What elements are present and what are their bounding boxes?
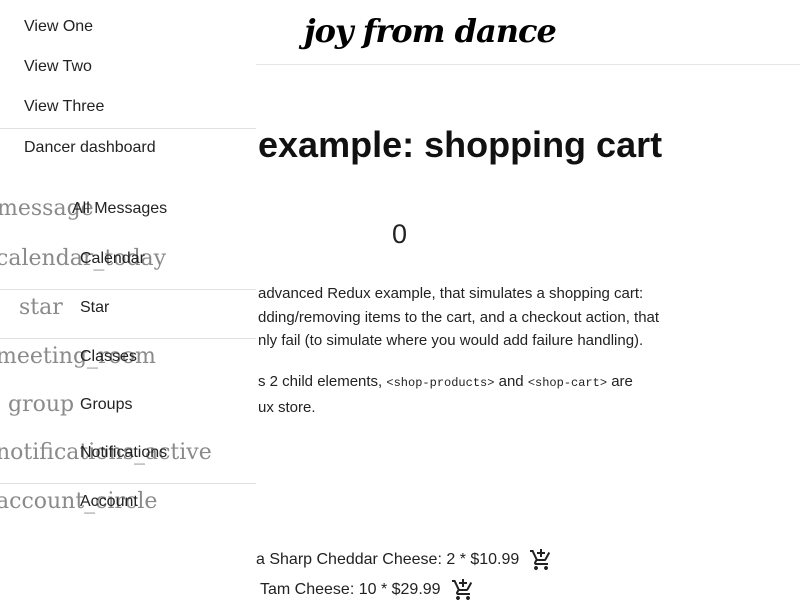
menu-item-classes[interactable]: meeting_room Classes xyxy=(0,337,256,377)
product-text: Tam Cheese: 10 * $29.99 xyxy=(260,581,441,598)
menu-item-label: All Messages xyxy=(72,200,168,217)
page: joy from dance example: shopping cart 0 … xyxy=(0,0,800,600)
product-item: Tam Cheese: 10 * $29.99 xyxy=(260,578,475,600)
intro-line-1: advanced Redux example, that simulates a… xyxy=(258,285,644,302)
menu-item-calendar[interactable]: calendar_today Calendar xyxy=(0,239,256,279)
menu-item-label: Groups xyxy=(80,396,133,413)
nav-link-dancer-dashboard[interactable]: Dancer dashboard xyxy=(24,139,156,157)
elements-text-mid: and xyxy=(494,373,528,390)
add-to-cart-button[interactable] xyxy=(529,548,553,572)
intro-paragraph: advanced Redux example, that simulates a… xyxy=(258,282,718,353)
menu-item-label: Calendar xyxy=(80,250,145,267)
menu-item-groups[interactable]: group Groups xyxy=(0,385,256,425)
drawer-divider xyxy=(0,128,256,129)
menu-item-notifications[interactable]: notifications_active Notifications xyxy=(0,433,256,473)
elements-paragraph: s 2 child elements, <shop-products> and … xyxy=(258,370,718,419)
add-to-cart-button[interactable] xyxy=(451,578,475,600)
cart-counter: 0 xyxy=(392,219,408,249)
elements-line-2: ux store. xyxy=(258,398,316,416)
nav-link-view-three[interactable]: View Three xyxy=(24,98,104,116)
nav-link-view-two[interactable]: View Two xyxy=(24,58,92,76)
add-shopping-cart-icon xyxy=(451,579,472,600)
navigation-drawer: View One View Two View Three Dancer dash… xyxy=(0,0,256,600)
elements-text-start: s 2 child elements, xyxy=(258,373,387,390)
app-title: joy from dance xyxy=(304,12,557,50)
header-divider xyxy=(256,64,800,65)
nav-link-view-one[interactable]: View One xyxy=(24,18,93,36)
menu-item-star[interactable]: star Star xyxy=(0,288,256,328)
menu-item-label: Classes xyxy=(80,348,137,365)
shop-cart-code: <shop-cart> xyxy=(527,376,608,390)
add-shopping-cart-icon xyxy=(530,549,551,570)
page-title: example: shopping cart xyxy=(258,124,663,165)
shop-products-code: <shop-products> xyxy=(386,376,495,390)
product-text: a Sharp Cheddar Cheese: 2 * $10.99 xyxy=(256,551,520,568)
menu-item-account[interactable]: account_circle Account xyxy=(0,482,256,522)
menu-item-all-messages[interactable]: message All Messages xyxy=(0,189,256,229)
menu-item-label: Star xyxy=(80,299,110,316)
star-icon: star xyxy=(19,295,63,320)
group-icon: group xyxy=(8,392,75,417)
intro-line-2: dding/removing items to the cart, and a … xyxy=(258,308,660,326)
elements-line-1: s 2 child elements, <shop-products> and … xyxy=(258,370,718,396)
elements-text-end: are xyxy=(607,373,633,390)
product-item: a Sharp Cheddar Cheese: 2 * $10.99 xyxy=(256,548,553,572)
intro-line-3: nly fail (to simulate where you would ad… xyxy=(258,332,644,349)
menu-item-label: Account xyxy=(80,493,138,510)
menu-item-label: Notifications xyxy=(80,444,168,461)
